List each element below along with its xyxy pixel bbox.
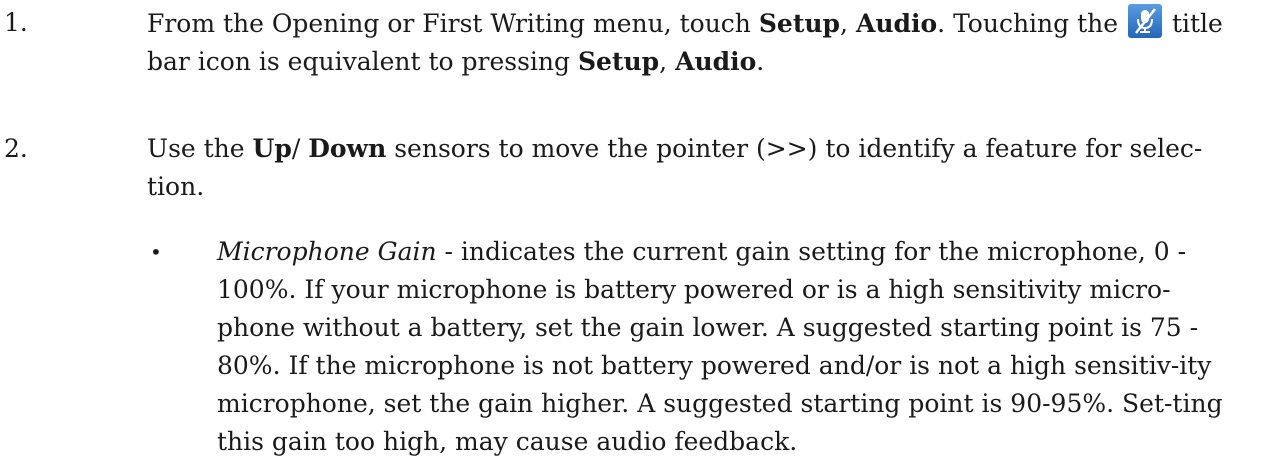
step-number: 1.	[4, 8, 28, 37]
bullet-description: - indicates the current gain setting for…	[217, 237, 1223, 456]
up-term: Up	[252, 134, 292, 163]
bullet-text: Microphone Gain - indicates the current …	[217, 233, 1248, 461]
step-text: From the Opening or First Writing menu, …	[147, 4, 1248, 81]
step-text-segment: . Touching the	[937, 9, 1126, 38]
bullet-symbol: •	[150, 240, 162, 264]
step-text-segment: .	[756, 47, 765, 76]
audio-term: Audio	[855, 9, 938, 38]
step-text-segment: ,	[840, 9, 856, 38]
setup-term: Setup	[577, 47, 660, 76]
step-text-segment: From the Opening or First Writing menu, …	[147, 9, 759, 38]
audio-term: Audio	[675, 47, 757, 76]
microphone-muted-icon	[1128, 4, 1162, 38]
down-term: Down	[308, 134, 387, 163]
microphone-gain-term: Microphone Gain	[217, 237, 437, 266]
step-number: 2.	[4, 134, 28, 163]
step-text: Use the Up/ Down sensors to move the poi…	[147, 130, 1248, 206]
step-text-segment: ,	[659, 47, 676, 76]
step-text-segment: /	[291, 134, 309, 163]
setup-term: Setup	[758, 9, 841, 38]
step-text-segment: Use the	[147, 134, 253, 163]
